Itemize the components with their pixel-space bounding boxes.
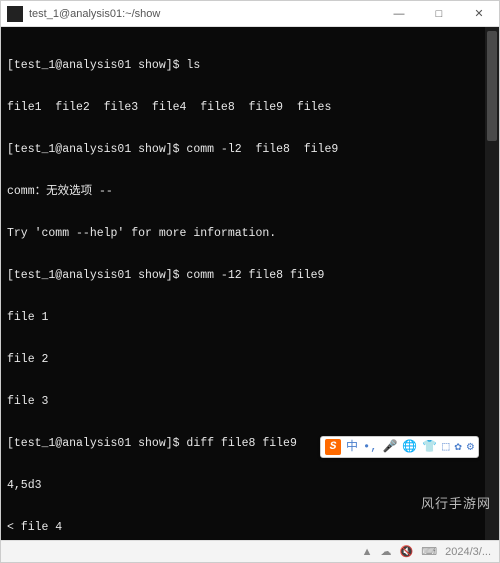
ime-logo-icon[interactable]: S bbox=[325, 439, 341, 455]
taskbar: ▲ ☁ 🔇 ⌨ 2024/3/... bbox=[1, 540, 499, 562]
watermark-text: 风行手游网 bbox=[421, 498, 491, 512]
terminal-line: file1 file2 file3 file4 file8 file9 file… bbox=[7, 101, 493, 115]
terminal-line: 4,5d3 bbox=[7, 479, 493, 493]
terminal-line: < file 4 bbox=[7, 521, 493, 535]
terminal-line: [test_1@analysis01 show]$ comm -12 file8… bbox=[7, 269, 493, 283]
terminal-line: file 2 bbox=[7, 353, 493, 367]
ime-toolbar[interactable]: S 中 •, 🎤 🌐 👕 ⬚ ✿ ⚙ bbox=[320, 436, 479, 458]
app-icon bbox=[7, 6, 23, 22]
terminal-line: file 1 bbox=[7, 311, 493, 325]
close-button[interactable]: ✕ bbox=[459, 1, 499, 27]
ime-tool-icon[interactable]: ⬚ bbox=[442, 440, 449, 454]
ime-settings-icon[interactable]: ⚙ bbox=[467, 440, 474, 454]
ime-skin-icon[interactable]: 👕 bbox=[422, 440, 437, 454]
ime-flower-icon[interactable]: ✿ bbox=[455, 440, 462, 454]
terminal-line: [test_1@analysis01 show]$ ls bbox=[7, 59, 493, 73]
terminal-scrollbar[interactable] bbox=[485, 27, 499, 540]
terminal-pane[interactable]: [test_1@analysis01 show]$ ls file1 file2… bbox=[1, 27, 499, 540]
terminal-line: file 3 bbox=[7, 395, 493, 409]
terminal-line: Try 'comm --help' for more information. bbox=[7, 227, 493, 241]
app-window: test_1@analysis01:~/show — □ ✕ [test_1@a… bbox=[0, 0, 500, 563]
terminal-line: comm：无效选项 -- bbox=[7, 185, 493, 199]
scrollbar-thumb[interactable] bbox=[487, 31, 497, 141]
tray-cloud-icon[interactable]: ☁ bbox=[381, 545, 392, 558]
ime-punct-icon[interactable]: •, bbox=[363, 440, 377, 454]
terminal-line: [test_1@analysis01 show]$ comm -l2 file8… bbox=[7, 143, 493, 157]
tray-clock[interactable]: 2024/3/... bbox=[445, 546, 491, 558]
maximize-button[interactable]: □ bbox=[419, 1, 459, 27]
tray-volume-icon[interactable]: 🔇 bbox=[400, 545, 414, 558]
ime-voice-icon[interactable]: 🎤 bbox=[382, 440, 397, 454]
window-title: test_1@analysis01:~/show bbox=[29, 8, 160, 20]
ime-lang-toggle[interactable]: 中 bbox=[346, 440, 358, 454]
minimize-button[interactable]: — bbox=[379, 1, 419, 27]
tray-up-icon[interactable]: ▲ bbox=[362, 546, 373, 558]
tray-ime-icon[interactable]: ⌨ bbox=[421, 545, 437, 558]
ime-globe-icon[interactable]: 🌐 bbox=[402, 440, 417, 454]
titlebar: test_1@analysis01:~/show — □ ✕ bbox=[1, 1, 499, 27]
